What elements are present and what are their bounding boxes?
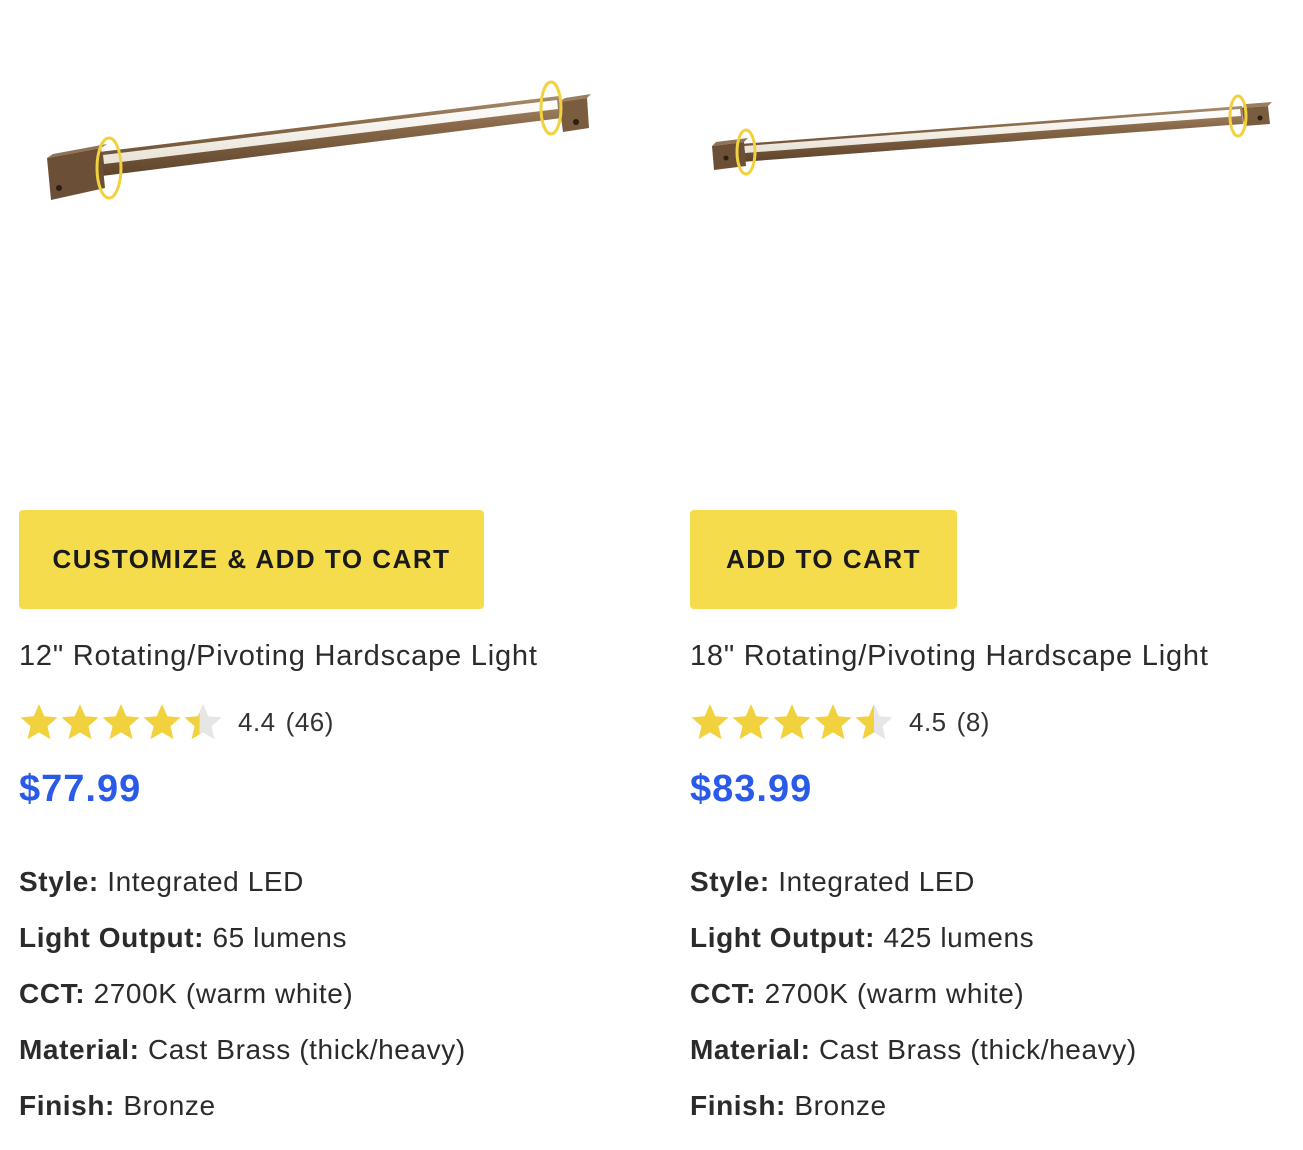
- star-icon: [773, 704, 811, 740]
- rating-value: 4.4: [238, 706, 276, 737]
- star-icon: [143, 704, 181, 740]
- star-icon: [20, 704, 58, 740]
- spec-value: Bronze: [794, 1090, 887, 1121]
- customize-add-to-cart-button[interactable]: CUSTOMIZE & ADD TO CART: [19, 510, 484, 609]
- product-card: ADD TO CART 18" Rotating/Pivoting Hardsc…: [690, 0, 1290, 1150]
- rating[interactable]: 4.4 (46): [19, 700, 344, 744]
- product-title[interactable]: 18" Rotating/Pivoting Hardscape Light: [690, 640, 1209, 673]
- spec-label: Light Output:: [19, 922, 205, 953]
- spec-value: 2700K (warm white): [93, 978, 354, 1009]
- spec-value: Bronze: [123, 1090, 216, 1121]
- add-to-cart-button[interactable]: ADD TO CART: [690, 510, 957, 609]
- spec-style: Style: Integrated LED: [19, 862, 466, 918]
- star-rating: [19, 702, 224, 742]
- product-image[interactable]: [19, 60, 619, 240]
- spec-finish: Finish: Bronze: [19, 1086, 466, 1142]
- spec-value: Cast Brass (thick/heavy): [818, 1034, 1137, 1065]
- star-icon: [61, 704, 99, 740]
- spec-label: Finish:: [690, 1090, 786, 1121]
- spec-finish: Finish: Bronze: [690, 1086, 1137, 1142]
- spec-value: Integrated LED: [778, 866, 975, 897]
- spec-value: 65 lumens: [212, 922, 348, 953]
- spec-cct: CCT: 2700K (warm white): [19, 974, 466, 1030]
- star-rating: [690, 702, 895, 742]
- spec-label: Style:: [19, 866, 99, 897]
- spec-value: 425 lumens: [883, 922, 1035, 953]
- spec-label: Material:: [690, 1034, 811, 1065]
- spec-label: CCT:: [690, 978, 757, 1009]
- review-count: (8): [956, 706, 990, 737]
- spec-value: Cast Brass (thick/heavy): [147, 1034, 466, 1065]
- spec-label: Style:: [690, 866, 770, 897]
- spec-value: Integrated LED: [107, 866, 304, 897]
- spec-label: Finish:: [19, 1090, 115, 1121]
- spec-list: Style: Integrated LED Light Output: 425 …: [690, 862, 1137, 1142]
- hardscape-light-18in-icon: [712, 94, 1272, 176]
- spec-cct: CCT: 2700K (warm white): [690, 974, 1137, 1030]
- price: $77.99: [19, 768, 142, 810]
- rating-value: 4.5: [909, 706, 947, 737]
- spec-material: Material: Cast Brass (thick/heavy): [690, 1030, 1137, 1086]
- price: $83.99: [690, 768, 813, 810]
- spec-list: Style: Integrated LED Light Output: 65 l…: [19, 862, 466, 1142]
- spec-light-output: Light Output: 65 lumens: [19, 918, 466, 974]
- star-icon: [102, 704, 140, 740]
- star-icon: [184, 704, 222, 740]
- star-icon: [814, 704, 852, 740]
- spec-label: Light Output:: [690, 922, 876, 953]
- spec-label: CCT:: [19, 978, 86, 1009]
- spec-label: Material:: [19, 1034, 140, 1065]
- spec-light-output: Light Output: 425 lumens: [690, 918, 1137, 974]
- spec-value: 2700K (warm white): [764, 978, 1025, 1009]
- product-card: CUSTOMIZE & ADD TO CART 12" Rotating/Piv…: [19, 0, 619, 1150]
- star-icon: [732, 704, 770, 740]
- product-title[interactable]: 12" Rotating/Pivoting Hardscape Light: [19, 640, 538, 673]
- star-icon: [855, 704, 893, 740]
- hardscape-light-12in-icon: [47, 80, 591, 200]
- star-icon: [691, 704, 729, 740]
- review-count: (46): [285, 706, 334, 737]
- spec-material: Material: Cast Brass (thick/heavy): [19, 1030, 466, 1086]
- rating[interactable]: 4.5 (8): [690, 700, 1000, 744]
- spec-style: Style: Integrated LED: [690, 862, 1137, 918]
- product-image[interactable]: [690, 60, 1290, 240]
